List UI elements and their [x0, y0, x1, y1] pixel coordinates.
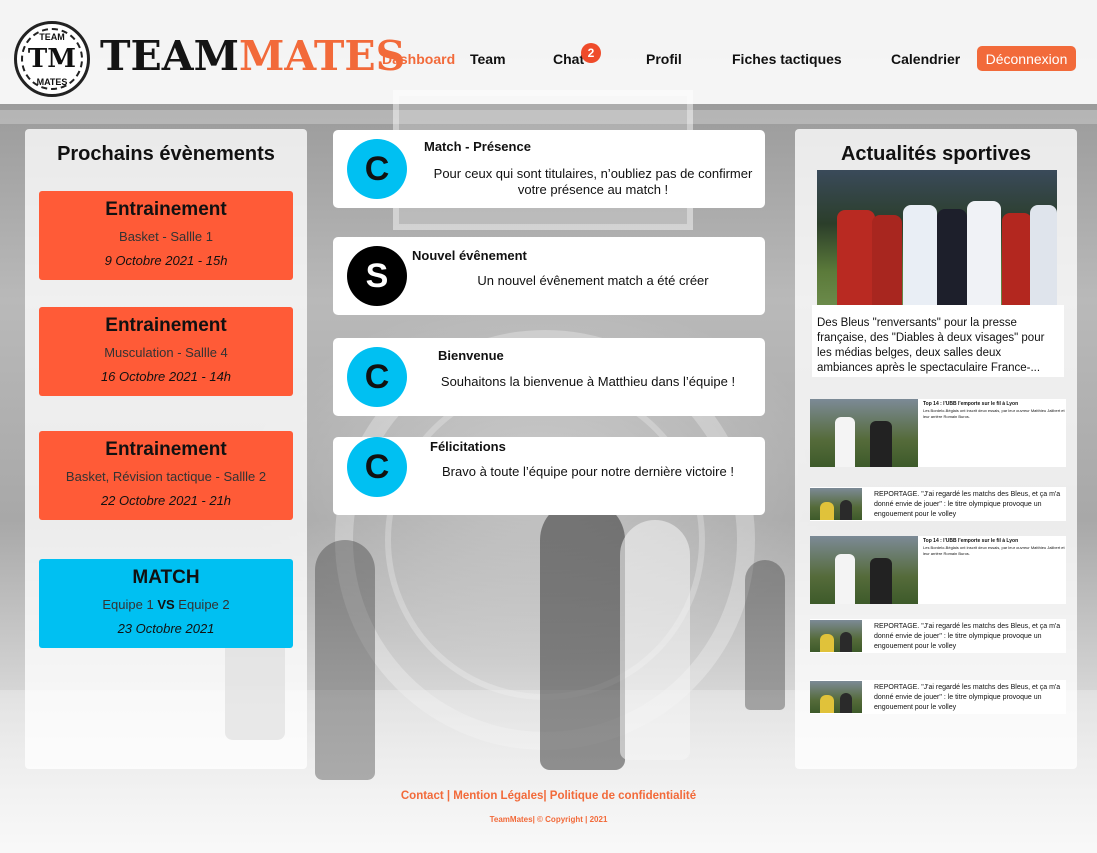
news-thumbnail: [810, 681, 862, 713]
logout-button[interactable]: Déconnexion: [977, 46, 1076, 71]
brand-wordmark: TEAMMATES: [100, 32, 406, 80]
notification-title: Félicitations: [430, 439, 506, 454]
notification-avatar: C: [347, 437, 407, 497]
match-event-card[interactable]: MATCH Equipe 1 VS Equipe 2 23 Octobre 20…: [39, 559, 293, 648]
news-thumbnail: [810, 536, 918, 604]
news-main-headline[interactable]: Des Bleus "renversants" pour la presse f…: [812, 305, 1064, 377]
notification-body: Pour ceux qui sont titulaires, n’oubliez…: [433, 166, 753, 197]
news-item-text: Les Bordelo-Béglais ont inscrit deux ess…: [923, 408, 1065, 419]
chat-unread-badge: 2: [581, 43, 601, 63]
match-teams: Equipe 1 VS Equipe 2: [102, 597, 230, 612]
footer-links[interactable]: Contact | Mention Légales| Politique de …: [0, 790, 1097, 802]
notification-avatar: C: [347, 347, 407, 407]
news-thumbnail: [810, 620, 862, 652]
event-date: 16 Octobre 2021 - 14h: [100, 369, 232, 384]
event-location: Basket - Sallle 1: [119, 229, 213, 244]
news-main-photo[interactable]: [817, 170, 1057, 305]
news-panel-title: Actualités sportives: [840, 143, 1032, 165]
notification-title: Bienvenue: [438, 348, 504, 363]
events-panel-title: Prochains évènements: [57, 143, 275, 165]
event-card[interactable]: Entrainement Basket - Sallle 1 9 Octobre…: [39, 191, 293, 280]
footer-copyright: TeamMates| © Copyright | 2021: [489, 815, 608, 824]
notification-title: Nouvel évênement: [412, 248, 527, 263]
nav-team[interactable]: Team: [470, 51, 506, 67]
event-card[interactable]: Entrainement Musculation - Sallle 4 16 O…: [39, 307, 293, 396]
notification-card[interactable]: C Bienvenue Souhaitons la bienvenue à Ma…: [333, 338, 765, 416]
nav-profil[interactable]: Profil: [646, 51, 682, 67]
notification-body: Bravo à toute l’équipe pour notre derniè…: [442, 464, 734, 479]
news-item[interactable]: REPORTAGE. "J'ai regardé les matchs des …: [810, 619, 1066, 653]
notification-avatar: S: [347, 246, 407, 306]
news-item-text: REPORTAGE. "J'ai regardé les matchs des …: [874, 623, 1061, 650]
news-item[interactable]: REPORTAGE. "J'ai regardé les matchs des …: [810, 487, 1066, 521]
nav-chat[interactable]: Chat: [553, 51, 584, 67]
nav-calendrier[interactable]: Calendrier: [891, 51, 960, 67]
event-location: Musculation - Sallle 4: [104, 345, 228, 360]
news-thumbnail: [810, 488, 862, 520]
event-title: MATCH: [132, 567, 200, 588]
event-card[interactable]: Entrainement Basket, Révision tactique -…: [39, 431, 293, 520]
event-location: Basket, Révision tactique - Sallle 2: [65, 469, 267, 484]
notification-body: Souhaitons la bienvenue à Matthieu dans …: [440, 374, 736, 389]
event-title: Entrainement: [105, 199, 227, 220]
notification-card[interactable]: C Félicitations Bravo à toute l’équipe p…: [333, 437, 765, 515]
event-date: 9 Octobre 2021 - 15h: [104, 253, 228, 268]
notification-body: Un nouvel évênement match a été créer: [477, 273, 709, 288]
news-item-title: Top 14 : l'UBB l'emporte sur le fil à Ly…: [923, 538, 1019, 544]
event-date: 23 Octobre 2021: [117, 621, 215, 636]
top-header: TEAM TM MATES TEAMMATES Dashboard Team C…: [0, 0, 1097, 104]
teammates-logo-badge[interactable]: TEAM TM MATES: [14, 21, 90, 97]
news-item-text: Les Bordelo-Béglais ont inscrit deux ess…: [923, 545, 1065, 556]
event-title: Entrainement: [105, 315, 227, 336]
nav-fiches-tactiques[interactable]: Fiches tactiques: [732, 51, 842, 67]
news-item[interactable]: Top 14 : l'UBB l'emporte sur le fil à Ly…: [810, 536, 1066, 604]
event-date: 22 Octobre 2021 - 21h: [100, 493, 232, 508]
news-thumbnail: [810, 399, 918, 467]
news-item-text: REPORTAGE. "J'ai regardé les matchs des …: [874, 684, 1061, 711]
news-item-title: Top 14 : l'UBB l'emporte sur le fil à Ly…: [923, 401, 1019, 407]
notification-title: Match - Présence: [424, 139, 531, 154]
news-item[interactable]: REPORTAGE. "J'ai regardé les matchs des …: [810, 680, 1066, 714]
news-item[interactable]: Top 14 : l'UBB l'emporte sur le fil à Ly…: [810, 399, 1066, 467]
notification-card[interactable]: C Match - Présence Pour ceux qui sont ti…: [333, 130, 765, 208]
event-title: Entrainement: [105, 439, 227, 460]
notification-card[interactable]: S Nouvel évênement Un nouvel évênement m…: [333, 237, 765, 315]
notification-avatar: C: [347, 139, 407, 199]
news-item-text: REPORTAGE. "J'ai regardé les matchs des …: [874, 491, 1061, 518]
nav-dashboard[interactable]: Dashboard: [382, 51, 455, 67]
